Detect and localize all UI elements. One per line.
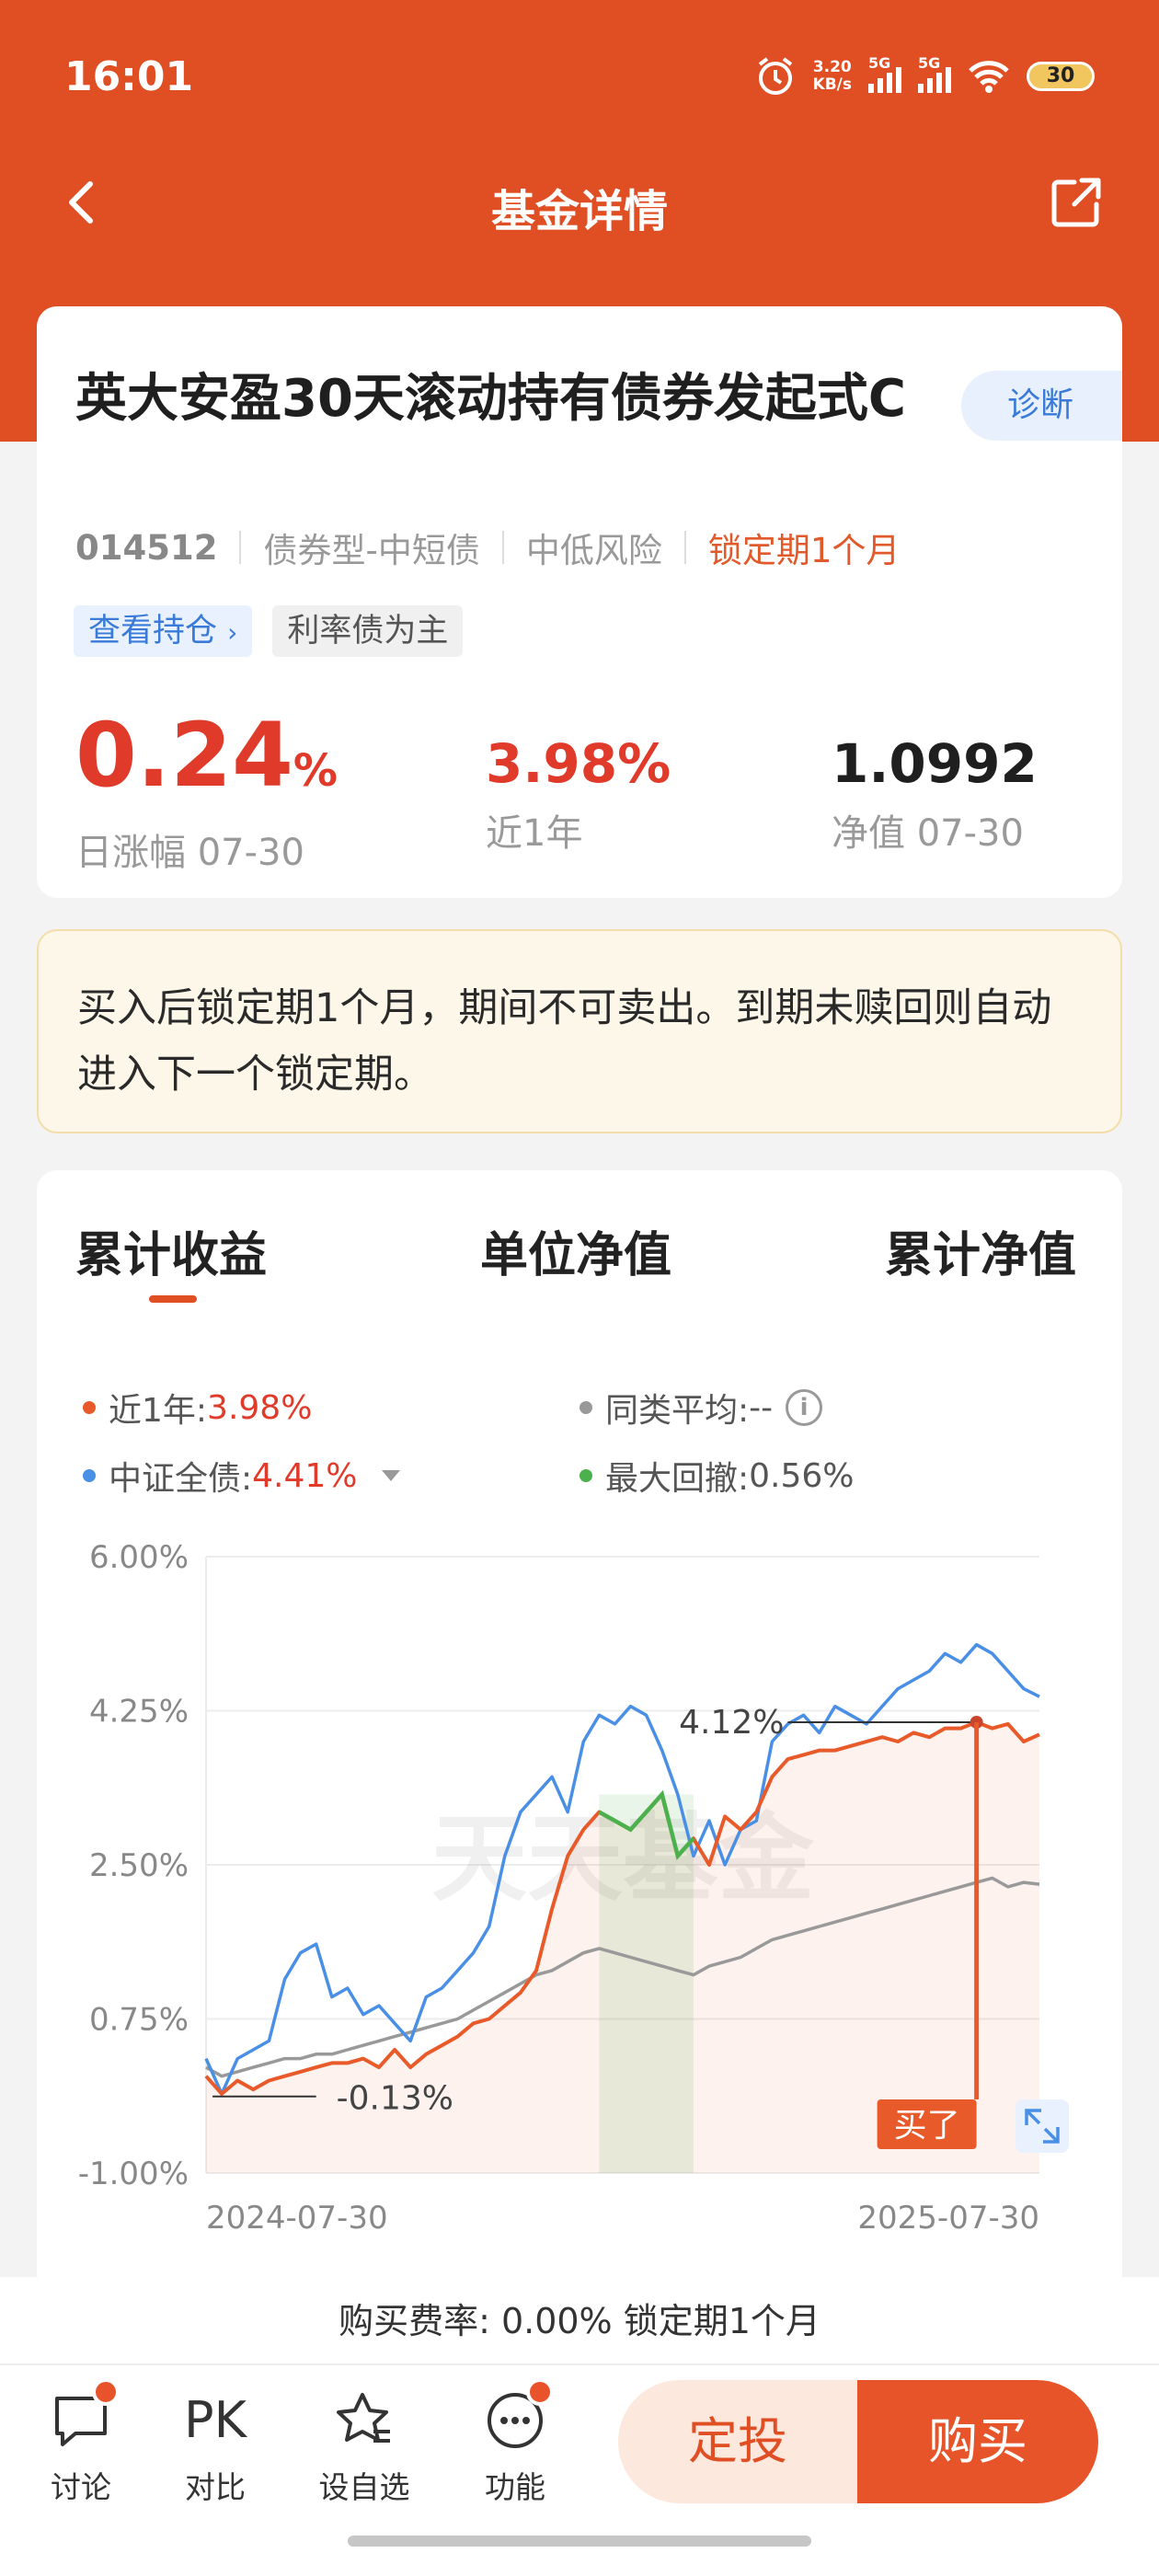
- legend-dot: [83, 1469, 96, 1482]
- return-chart[interactable]: 6.00%4.25%2.50%0.75%-1.00%天天基金-0.13%4.12…: [37, 1520, 1122, 2274]
- y-tick-label: 6.00%: [89, 1539, 189, 1576]
- lock-period: 锁定期1个月: [707, 531, 901, 570]
- fund-risk: 中低风险: [525, 531, 662, 570]
- legend-dot: [83, 1401, 96, 1414]
- discuss-label: 讨论: [51, 2469, 111, 2505]
- compare-label: 对比: [185, 2469, 246, 2505]
- chat-icon: [48, 2378, 120, 2454]
- legend-label: 同类平均:: [605, 1392, 750, 1430]
- fund-meta: 014512 债券型-中短债 中低风险 锁定期1个月: [75, 523, 900, 572]
- daily-change-value: 0.24: [75, 704, 293, 807]
- share-icon[interactable]: [1049, 175, 1104, 230]
- compare-button[interactable]: PK 对比: [160, 2387, 270, 2507]
- legend-label: 中证全债:: [109, 1460, 253, 1498]
- watchlist-button[interactable]: 设自选: [309, 2387, 419, 2507]
- min-annotation: -0.13%: [337, 2080, 453, 2118]
- legend-benchmark[interactable]: 中证全债: 4.41%: [83, 1452, 400, 1500]
- legend-label: 近1年:: [109, 1392, 208, 1430]
- buy-button[interactable]: 购买: [857, 2380, 1098, 2503]
- expand-icon[interactable]: [1016, 2099, 1069, 2153]
- more-icon: [482, 2378, 554, 2454]
- year-return-label: 近1年: [486, 812, 583, 855]
- legend-dot: [580, 1469, 592, 1482]
- home-indicator: [348, 2536, 811, 2547]
- fund-info-card: 英大安盈30天滚动持有债券发起式C 诊断 014512 债券型-中短债 中低风险…: [37, 306, 1122, 898]
- info-icon[interactable]: i: [786, 1389, 823, 1426]
- legend-value: 4.41%: [252, 1456, 358, 1495]
- daily-change-label: 日涨幅 07-30: [75, 832, 304, 874]
- nav-value: 1.0992: [832, 732, 1038, 795]
- status-time: 16:01: [64, 53, 194, 100]
- battery-icon: 30: [1027, 62, 1095, 91]
- max-annotation: 4.12%: [679, 1704, 784, 1742]
- legend-label: 最大回撤:: [605, 1460, 750, 1498]
- tab-cumulative-return[interactable]: 累计收益: [75, 1216, 267, 1285]
- star-icon: [331, 2387, 397, 2454]
- x-end-label: 2025-07-30: [857, 2200, 1039, 2237]
- divider: [501, 531, 504, 564]
- chevron-right-icon: ›: [227, 617, 238, 648]
- chart-card: 累计收益 单位净值 累计净值 近1年: 3.98% 同类平均: -- i 中证全债:…: [37, 1170, 1122, 2293]
- nav-stat: 1.0992 净值 07-30: [832, 731, 1038, 857]
- fund-tags: 查看持仓 › 利率债为主: [74, 605, 464, 657]
- y-tick-label: 0.75%: [89, 2002, 189, 2039]
- legend-dot: [580, 1401, 592, 1414]
- divider: [683, 531, 686, 564]
- year-return-stat: 3.98% 近1年: [486, 731, 671, 857]
- buy-marker-label: 买了: [894, 2107, 960, 2145]
- lock-notice: 买入后锁定期1个月，期间不可卖出。到期未赎回则自动进入下一个锁定期。: [37, 929, 1122, 1133]
- tab-unit-nav[interactable]: 单位净值: [480, 1216, 671, 1285]
- diagnose-button[interactable]: 诊断: [961, 371, 1122, 441]
- page-title: 基金详情: [490, 186, 668, 237]
- legend-value: 0.56%: [749, 1456, 855, 1495]
- daily-change-unit: %: [293, 745, 338, 797]
- y-tick-label: -1.00%: [78, 2156, 189, 2192]
- fee-bar: 购买费率: 0.00% 锁定期1个月: [0, 2277, 1159, 2365]
- tab-cumulative-nav[interactable]: 累计净值: [885, 1216, 1076, 1285]
- legend-fund: 近1年: 3.98%: [83, 1384, 312, 1432]
- tab-indicator: [149, 1295, 197, 1303]
- legend-average: 同类平均: -- i: [580, 1384, 823, 1432]
- legend-value: 3.98%: [207, 1388, 313, 1427]
- watchlist-label: 设自选: [318, 2469, 410, 2505]
- nav-bar: 基金详情: [0, 156, 1159, 248]
- y-tick-label: 4.25%: [89, 1694, 189, 1731]
- x-start-label: 2024-07-30: [206, 2200, 388, 2237]
- alarm-icon: [758, 57, 792, 95]
- network-speed: 3.20 KB/s: [812, 58, 852, 94]
- wifi-icon: [969, 61, 1009, 93]
- nav-label: 净值 07-30: [832, 812, 1024, 855]
- expand-icon-bg: [1016, 2099, 1069, 2153]
- status-icons: 3.20 KB/s 5G 5G 30: [754, 54, 1095, 98]
- holdings-link[interactable]: 查看持仓 ›: [74, 605, 253, 657]
- legend-drawdown: 最大回撤: 0.56%: [580, 1452, 855, 1500]
- fund-type: 债券型-中短债: [263, 531, 480, 570]
- auto-invest-button[interactable]: 定投: [618, 2380, 857, 2503]
- year-return-value: 3.98%: [486, 732, 671, 795]
- functions-label: 功能: [485, 2469, 545, 2505]
- divider: [239, 531, 242, 564]
- chart-tabs: 累计收益 单位净值 累计净值: [37, 1216, 1122, 1308]
- y-tick-label: 2.50%: [89, 1847, 189, 1884]
- notification-dot: [92, 2378, 120, 2406]
- caret-down-icon[interactable]: [381, 1470, 400, 1481]
- legend-value: --: [749, 1388, 774, 1427]
- status-bar: 16:01 3.20 KB/s 5G 5G 30: [0, 0, 1159, 156]
- daily-change-stat: 0.24% 日涨幅 07-30: [75, 711, 338, 876]
- pk-icon: PK: [184, 2391, 247, 2449]
- fund-code: 014512: [75, 527, 218, 568]
- notification-dot: [526, 2378, 554, 2406]
- discuss-button[interactable]: 讨论: [26, 2378, 136, 2507]
- signal-icon: 5G: [868, 54, 901, 93]
- tag-rate-bond: 利率债为主: [272, 605, 464, 657]
- functions-button[interactable]: 功能: [460, 2378, 570, 2507]
- fund-name: 英大安盈30天滚动持有债券发起式C: [75, 369, 907, 429]
- signal-icon-2: 5G: [918, 54, 951, 93]
